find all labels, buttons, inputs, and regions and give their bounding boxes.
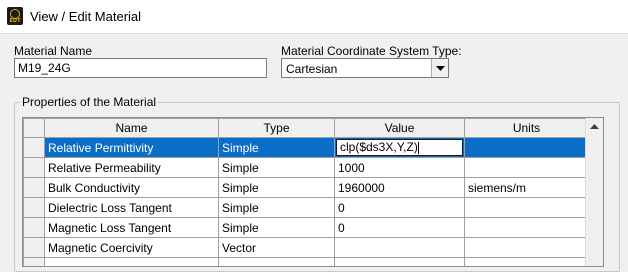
cell-value[interactable]: 0 <box>334 197 465 218</box>
column-header-type[interactable]: Type <box>218 118 335 138</box>
cell-value[interactable] <box>334 237 465 258</box>
row-selector[interactable] <box>23 177 45 198</box>
row-selector[interactable] <box>23 197 45 218</box>
title-bar: EDT View / Edit Material <box>0 0 628 34</box>
material-name-input[interactable]: M19_24G <box>14 58 267 78</box>
cell-units[interactable] <box>464 237 589 258</box>
cell-units[interactable] <box>464 197 589 218</box>
cell-value[interactable]: 1960000 <box>334 177 465 198</box>
table-row[interactable]: Dielectric Loss Tangent Simple 0 <box>23 197 589 218</box>
cell-type[interactable]: Simple <box>218 197 335 218</box>
cell-type[interactable]: Simple <box>218 137 335 158</box>
grid-header-row: Name Type Value Units <box>23 118 589 138</box>
cell-type[interactable]: Simple <box>218 177 335 198</box>
table-row[interactable]: Magnetic Loss Tangent Simple 0 <box>23 217 589 238</box>
cell-units[interactable] <box>464 217 589 238</box>
row-selector[interactable] <box>23 157 45 178</box>
cell-value[interactable]: 0 <box>334 217 465 238</box>
properties-group-label: Properties of the Material <box>20 95 159 109</box>
cell-name[interactable]: Relative Permittivity <box>44 137 219 158</box>
table-row[interactable]: Relative Permeability Simple 1000 <box>23 157 589 178</box>
window-title: View / Edit Material <box>30 9 142 24</box>
cell-name[interactable]: Relative Permeability <box>44 157 219 178</box>
cell-units[interactable]: siemens/m <box>464 177 589 198</box>
cell-name[interactable] <box>44 257 219 266</box>
row-selector-header <box>23 118 45 138</box>
row-selector[interactable] <box>23 137 45 158</box>
column-header-units[interactable]: Units <box>464 118 589 138</box>
cell-name[interactable]: Magnetic Loss Tangent <box>44 217 219 238</box>
app-icon: EDT <box>7 7 23 25</box>
row-selector[interactable] <box>23 237 45 258</box>
vertical-scrollbar[interactable] <box>585 118 603 266</box>
cell-value[interactable]: 1000 <box>334 157 465 178</box>
properties-grid: Name Type Value Units Relative Permittiv… <box>22 117 604 267</box>
cell-name[interactable]: Dielectric Loss Tangent <box>44 197 219 218</box>
table-row[interactable]: Relative Permittivity Simple clp($ds3X,Y… <box>23 137 589 158</box>
column-header-name[interactable]: Name <box>44 118 219 138</box>
cell-name[interactable]: Bulk Conductivity <box>44 177 219 198</box>
cell-value[interactable] <box>334 257 465 266</box>
cell-units[interactable] <box>464 257 589 266</box>
text-caret <box>417 141 419 154</box>
material-name-label: Material Name <box>14 44 93 58</box>
coord-system-value: Cartesian <box>286 62 338 76</box>
cell-name[interactable]: Magnetic Coercivity <box>44 237 219 258</box>
column-header-value[interactable]: Value <box>334 118 465 138</box>
table-row[interactable]: Bulk Conductivity Simple 1960000 siemens… <box>23 177 589 198</box>
cell-units[interactable] <box>464 137 589 158</box>
chevron-up-icon[interactable] <box>586 118 603 135</box>
chevron-down-icon[interactable] <box>431 59 448 77</box>
cell-type[interactable]: Vector <box>218 237 335 258</box>
value-edit-text: clp($ds3X,Y,Z) <box>340 140 418 154</box>
cell-type[interactable]: Simple <box>218 157 335 178</box>
coord-system-dropdown[interactable]: Cartesian <box>281 58 449 78</box>
cell-units[interactable] <box>464 157 589 178</box>
row-selector[interactable] <box>23 257 45 266</box>
table-row[interactable]: Magnetic Coercivity Vector <box>23 237 589 258</box>
cell-type[interactable]: Simple <box>218 217 335 238</box>
cell-type[interactable] <box>218 257 335 266</box>
coord-system-label: Material Coordinate System Type: <box>281 44 462 58</box>
cell-value-editor[interactable]: clp($ds3X,Y,Z) <box>334 137 465 158</box>
table-row[interactable] <box>23 257 589 266</box>
row-selector[interactable] <box>23 217 45 238</box>
value-edit-input[interactable]: clp($ds3X,Y,Z) <box>336 139 463 156</box>
